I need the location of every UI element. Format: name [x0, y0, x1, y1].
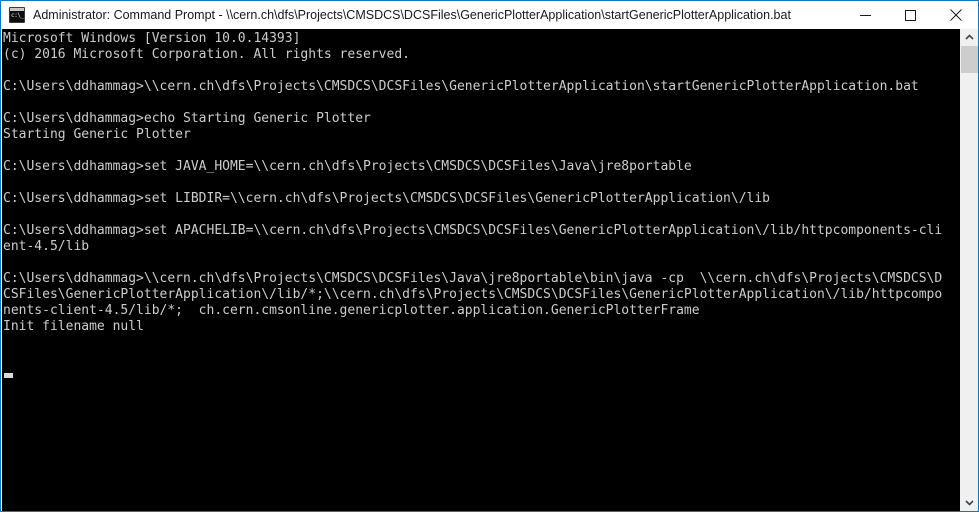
window-controls	[843, 1, 978, 29]
vertical-scrollbar[interactable]	[960, 29, 978, 511]
text-cursor	[4, 373, 13, 378]
titlebar[interactable]: c:\_ Administrator: Command Prompt - \\c…	[1, 1, 978, 29]
scroll-down-button[interactable]	[961, 494, 978, 511]
close-button[interactable]	[933, 1, 978, 29]
window-title: Administrator: Command Prompt - \\cern.c…	[33, 8, 791, 22]
command-prompt-window: c:\_ Administrator: Command Prompt - \\c…	[0, 0, 979, 512]
scrollbar-thumb[interactable]	[961, 46, 978, 73]
chevron-up-icon	[965, 34, 974, 40]
maximize-button[interactable]	[888, 1, 933, 29]
icon-prompt-glyph: c:\_	[11, 12, 24, 19]
scrollbar-track[interactable]	[961, 46, 978, 494]
chevron-down-icon	[965, 500, 974, 506]
maximize-icon	[905, 9, 916, 21]
console-output-area[interactable]: Microsoft Windows [Version 10.0.14393] (…	[2, 29, 961, 511]
console-text: Microsoft Windows [Version 10.0.14393] (…	[3, 31, 943, 334]
icon-title-strip	[10, 8, 24, 11]
command-prompt-icon: c:\_	[9, 7, 25, 23]
close-icon	[949, 9, 962, 21]
minimize-icon	[860, 14, 871, 16]
scroll-up-button[interactable]	[961, 29, 978, 46]
minimize-button[interactable]	[843, 1, 888, 29]
